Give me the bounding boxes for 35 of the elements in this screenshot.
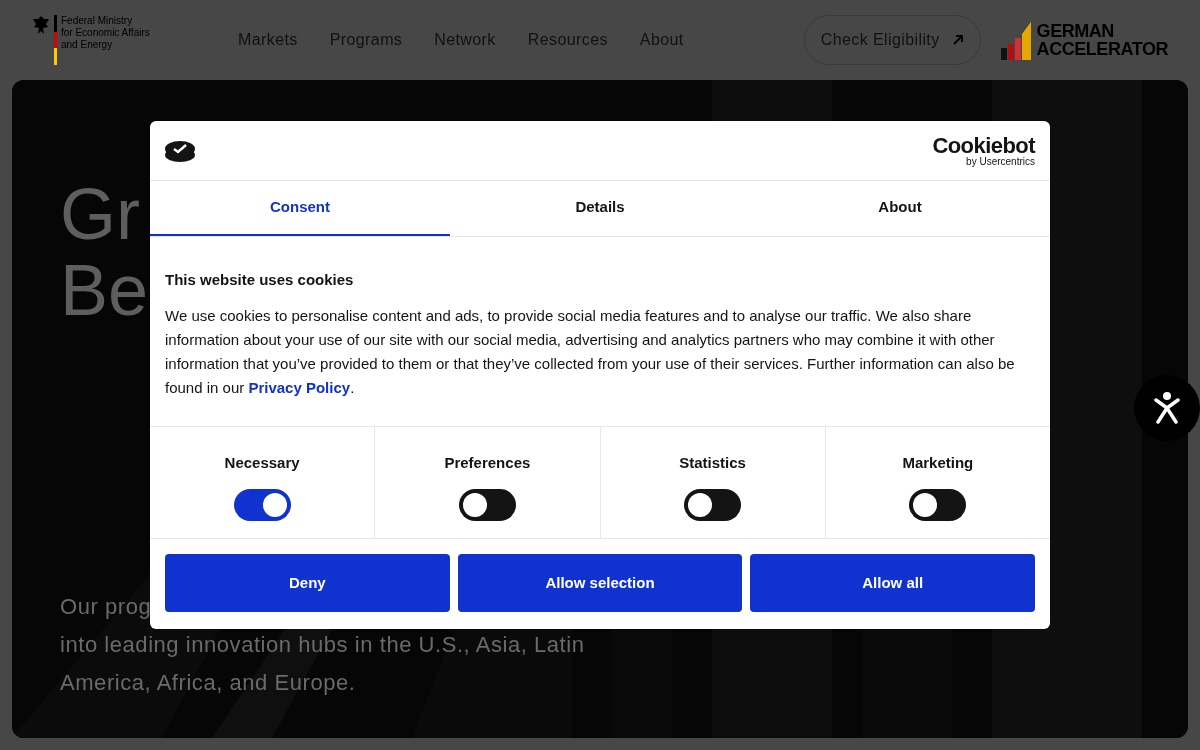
toggle-switch[interactable] — [233, 488, 291, 521]
consent-check-icon — [165, 138, 195, 163]
accessibility-icon — [1153, 392, 1181, 424]
dialog-tab[interactable]: Consent — [150, 181, 450, 236]
cookie-description: We use cookies to personalise content and ads, to provide social media features and to analyse our traffic. We also share information about your use of our site with our social media, advertising and analytics partners who may combine it with other information that you’ve provided to them or that they’ve collected from your use of their services. Further information can also be found in our Privacy Policy. — [165, 305, 1016, 398]
ministry-logo-text: for Economic Affairs — [61, 27, 150, 39]
toggle-switch[interactable] — [909, 488, 967, 521]
hero-intro: into leading innovation hubs in the U.S., Asia, Latin — [60, 631, 585, 659]
privacy-policy-link[interactable]: Privacy Policy — [248, 378, 351, 396]
cookiebot-logo: Cookiebot — [932, 134, 1035, 157]
toggle-switch[interactable] — [458, 488, 516, 521]
eagle-icon — [32, 15, 50, 35]
hero-intro: America, Africa, and Europe. — [60, 669, 356, 697]
ministry-logo-text: Federal Ministry — [61, 15, 134, 27]
category-label: Preferences — [444, 453, 531, 473]
consent-button[interactable]: Allow selection — [457, 554, 743, 612]
toggle-switch[interactable] — [684, 488, 742, 521]
category-label: Statistics — [679, 453, 746, 473]
bar-chart-logo-icon — [1000, 20, 1033, 60]
cookiebot-byline: by Usercentrics — [966, 156, 1035, 167]
flag-stripe — [54, 15, 57, 65]
dialog-heading: This website uses cookies — [165, 270, 355, 290]
hero-intro: Our prog — [60, 593, 152, 621]
consent-button[interactable]: Deny — [165, 554, 450, 612]
dialog-tab[interactable]: Details — [450, 181, 750, 236]
dialog-tab[interactable]: About — [750, 181, 1050, 236]
consent-button[interactable]: Allow all — [750, 554, 1035, 612]
category-label: Necessary — [224, 453, 300, 473]
brand-logo-text: ACCELERATOR — [1036, 40, 1168, 58]
arrow-icon — [951, 34, 964, 46]
category-label: Marketing — [902, 453, 974, 473]
hero-title: Gr — [60, 176, 140, 252]
brand-logo-text: GERMAN — [1036, 22, 1115, 40]
ministry-logo-text: and Energy — [61, 39, 114, 51]
hero-title: Be — [60, 252, 149, 328]
